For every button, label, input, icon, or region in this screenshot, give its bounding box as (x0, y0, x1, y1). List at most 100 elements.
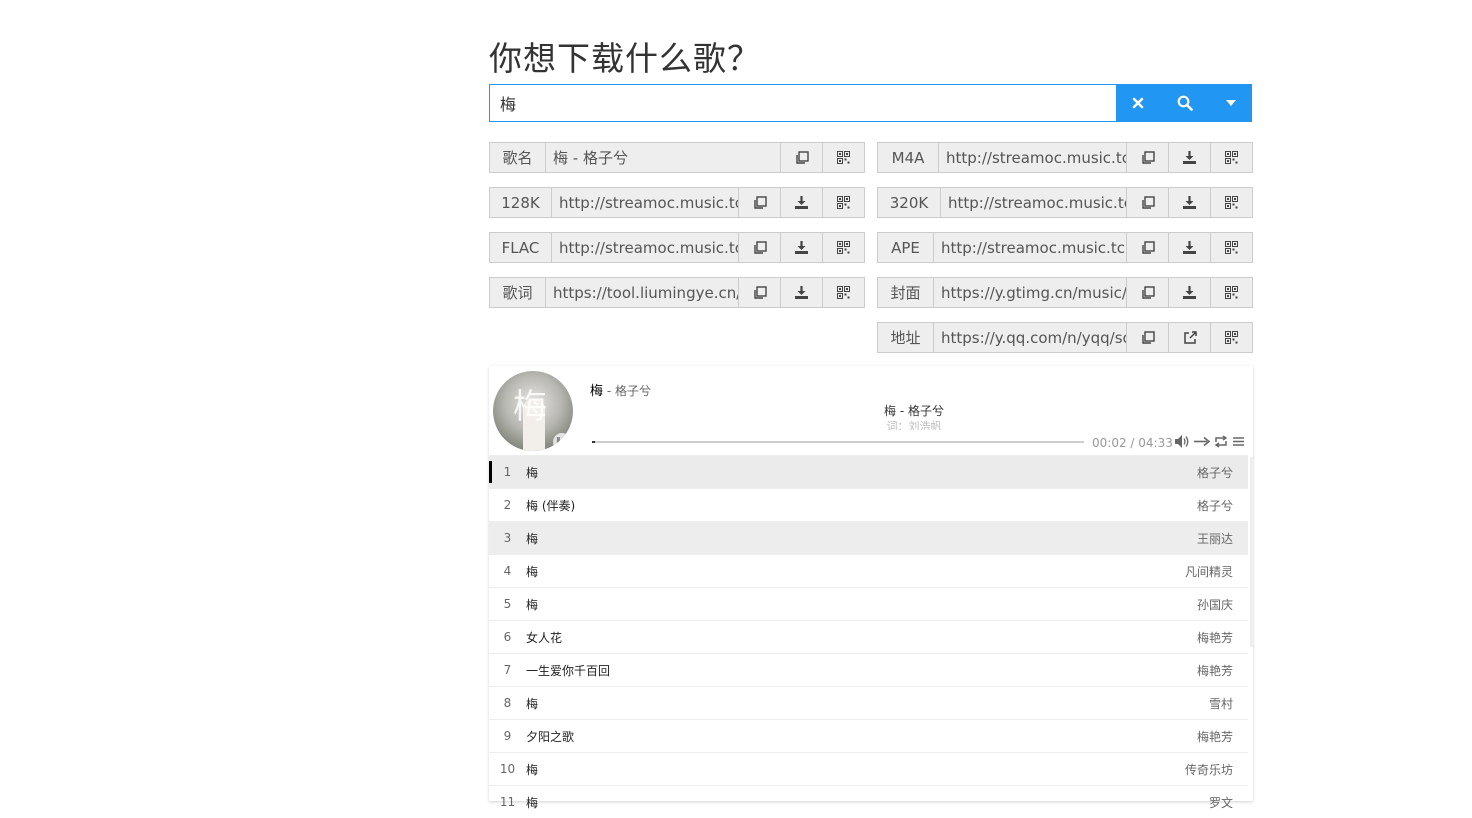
search-bar (489, 84, 1252, 122)
copy-button[interactable] (739, 187, 781, 218)
volume-icon[interactable] (1175, 435, 1190, 448)
qrcode-button[interactable] (823, 142, 865, 173)
320k-label: 320K (877, 187, 941, 218)
qrcode-button[interactable] (1211, 322, 1253, 353)
playlist-item[interactable]: 3 梅 王丽达 (489, 521, 1248, 554)
link-value[interactable]: https://y.qq.com/n/yqq/so (934, 322, 1127, 353)
pause-icon[interactable]: ❚❚ (553, 433, 571, 451)
track-number: 8 (503, 696, 512, 710)
copy-button[interactable] (1127, 277, 1169, 308)
track-name: 梅 (526, 597, 539, 612)
cover-value[interactable]: https://y.gtimg.cn/music/p (934, 277, 1127, 308)
playlist-item[interactable]: 8 梅 雪村 (489, 686, 1248, 719)
playlist: 1 梅格子兮 2 梅 (伴奏) 格子兮 3 梅王丽达 4 梅凡间精灵 5 梅孙国庆 6 女人花 梅艳芳 7 一… (489, 455, 1248, 818)
track-number: 10 (499, 762, 516, 776)
progress-bar[interactable] (592, 441, 1084, 443)
lyrics-value[interactable]: https://tool.liumingye.cn/q (546, 277, 739, 308)
source-dropdown-button[interactable] (1210, 84, 1252, 122)
qrcode-button[interactable] (823, 187, 865, 218)
link-label: 地址 (877, 322, 934, 353)
m4a-label: M4A (877, 142, 939, 173)
ape-field: APE http://streamoc.music.tc.qq.com/ (877, 232, 1253, 263)
128k-value[interactable]: http://streamoc.music.tc.qq.com/ (552, 187, 739, 218)
playlist-scrollbar[interactable] (1250, 457, 1253, 647)
qrcode-icon (1225, 196, 1238, 209)
cover-label: 封面 (877, 277, 934, 308)
copy-icon (1141, 330, 1155, 345)
copy-icon (1141, 240, 1155, 255)
copy-button[interactable] (1127, 187, 1169, 218)
copy-button[interactable] (1127, 232, 1169, 263)
m4a-value[interactable]: http://streamoc.music.tc.qq.com/ (939, 142, 1127, 173)
track-artist: 凡间精灵 (1184, 564, 1233, 579)
track-name: 女人花 (526, 630, 563, 645)
ape-value[interactable]: http://streamoc.music.tc.qq.com/ (934, 232, 1127, 263)
qrcode-button[interactable] (1211, 142, 1253, 173)
track-number: 5 (503, 597, 512, 611)
qrcode-button[interactable] (1211, 232, 1253, 263)
playlist-item[interactable]: 2 梅 (伴奏) 格子兮 (489, 488, 1248, 521)
copy-icon (753, 240, 767, 255)
close-icon (1132, 97, 1144, 109)
order-icon[interactable] (1194, 435, 1210, 448)
menu-icon[interactable] (1232, 435, 1245, 448)
qrcode-button[interactable] (823, 277, 865, 308)
flac-label: FLAC (489, 232, 552, 263)
copy-button[interactable] (739, 232, 781, 263)
track-artist: 孙国庆 (1196, 597, 1233, 612)
track-artist: 传奇乐坊 (1184, 762, 1233, 777)
clear-button[interactable] (1116, 84, 1160, 122)
playlist-item[interactable]: 1 梅 格子兮 (489, 455, 1248, 488)
lyric-current: 梅 - 格子兮 (884, 404, 944, 418)
download-button[interactable] (1169, 277, 1211, 308)
flac-value[interactable]: http://streamoc.music.tc.qq.com/ (552, 232, 739, 263)
song-name-label: 歌名 (489, 142, 546, 173)
playlist-item[interactable]: 10 梅 传奇乐坊 (489, 752, 1248, 785)
cover-field: 封面 https://y.gtimg.cn/music/p (877, 277, 1253, 308)
copy-icon (1141, 285, 1155, 300)
song-name-value[interactable]: 梅 - 格子兮 (546, 142, 781, 173)
download-button[interactable] (1169, 232, 1211, 263)
track-number: 11 (499, 795, 516, 809)
open-link-button[interactable] (1169, 322, 1211, 353)
copy-button[interactable] (781, 142, 823, 173)
qrcode-icon (837, 151, 850, 164)
track-name: 梅 (526, 531, 539, 546)
now-playing-artist: - 格子兮 (603, 384, 651, 398)
playlist-item[interactable]: 6 女人花 梅艳芳 (489, 620, 1248, 653)
loop-icon[interactable] (1214, 435, 1228, 448)
qrcode-icon (1225, 331, 1238, 344)
playlist-item[interactable]: 7 一生爱你千百回 梅艳芳 (489, 653, 1248, 686)
qrcode-icon (837, 286, 850, 299)
track-artist: 罗文 (1208, 795, 1233, 810)
lyric-next: 词：刘浩帆 (886, 420, 942, 430)
playlist-item[interactable]: 9 夕阳之歌 梅艳芳 (489, 719, 1248, 752)
track-number: 4 (503, 564, 512, 578)
track-artist: 格子兮 (1196, 498, 1233, 513)
track-artist: 格子兮 (1196, 465, 1233, 480)
search-icon (1177, 95, 1193, 111)
download-button[interactable] (1169, 142, 1211, 173)
track-number: 3 (503, 531, 512, 545)
search-button[interactable] (1160, 84, 1210, 122)
320k-value[interactable]: http://streamoc.music.tc.qq.com/ (941, 187, 1127, 218)
playlist-item[interactable]: 4 梅 凡间精灵 (489, 554, 1248, 587)
download-button[interactable] (781, 232, 823, 263)
copy-button[interactable] (1127, 142, 1169, 173)
playlist-item[interactable]: 5 梅 孙国庆 (489, 587, 1248, 620)
download-button[interactable] (781, 277, 823, 308)
copy-button[interactable] (739, 277, 781, 308)
qrcode-button[interactable] (1211, 187, 1253, 218)
qrcode-button[interactable] (1211, 277, 1253, 308)
playlist-item[interactable]: 11 梅 罗文 (489, 785, 1248, 818)
track-number: 1 (503, 465, 512, 479)
search-input[interactable] (489, 84, 1117, 122)
download-icon (1183, 151, 1196, 164)
download-icon (795, 286, 808, 299)
128k-field: 128K http://streamoc.music.tc.qq.com/ (489, 187, 865, 218)
qrcode-button[interactable] (823, 232, 865, 263)
download-button[interactable] (781, 187, 823, 218)
lyrics-field: 歌词 https://tool.liumingye.cn/q (489, 277, 865, 308)
copy-button[interactable] (1127, 322, 1169, 353)
download-button[interactable] (1169, 187, 1211, 218)
